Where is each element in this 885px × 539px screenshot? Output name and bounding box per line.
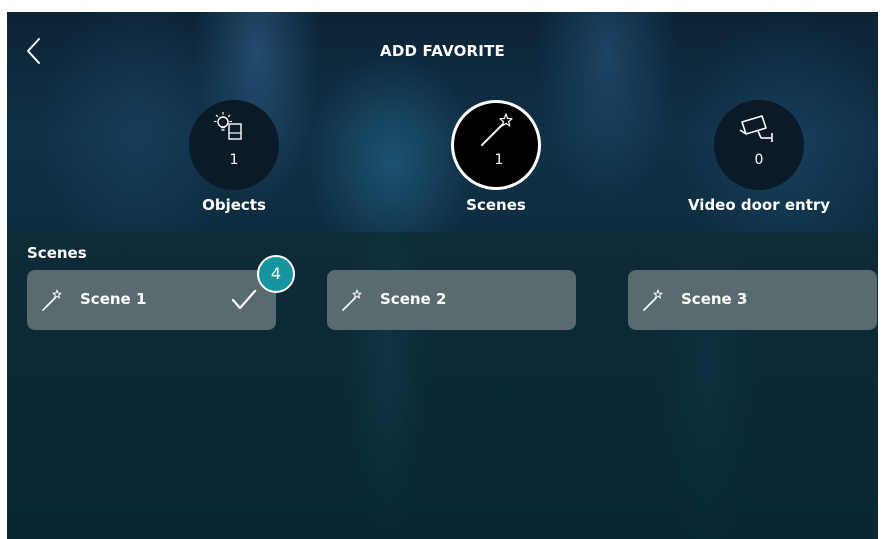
scene-card-2[interactable]: Scene 2 [327, 270, 576, 330]
add-favorite-screen: ADD FAVORITE 1 Objects 1 Scenes 0 Video … [7, 12, 878, 539]
category-video-door-entry[interactable]: 0 Video door entry [649, 100, 869, 220]
category-scenes-label: Scenes [466, 196, 526, 214]
category-objects-label: Objects [202, 196, 266, 214]
magic-wand-icon [643, 289, 663, 311]
magic-wand-icon [342, 289, 362, 311]
category-objects[interactable]: 1 Objects [124, 100, 344, 220]
category-scenes[interactable]: 1 Scenes [386, 100, 606, 220]
scene-card-label: Scene 1 [80, 290, 147, 308]
section-title: Scenes [27, 244, 87, 262]
scene-card-1[interactable]: Scene 1 [27, 270, 276, 330]
page-title: ADD FAVORITE [380, 42, 505, 60]
camera-icon [739, 115, 773, 142]
callout-badge: 4 [257, 255, 295, 293]
category-video-label: Video door entry [687, 196, 831, 214]
category-video-circle: 0 [714, 100, 804, 190]
category-scenes-circle: 1 [451, 100, 541, 190]
category-scenes-count: 1 [494, 152, 504, 168]
scene-card-3[interactable]: Scene 3 [628, 270, 877, 330]
checkmark-icon [231, 289, 257, 310]
scene-card-label: Scene 3 [681, 290, 748, 308]
bulb-switch-icon [214, 112, 242, 140]
category-objects-count: 1 [229, 152, 239, 168]
magic-wand-icon [481, 113, 513, 146]
magic-wand-icon [42, 289, 62, 311]
scene-card-label: Scene 2 [380, 290, 447, 308]
category-objects-circle: 1 [189, 100, 279, 190]
category-video-count: 0 [754, 152, 764, 168]
